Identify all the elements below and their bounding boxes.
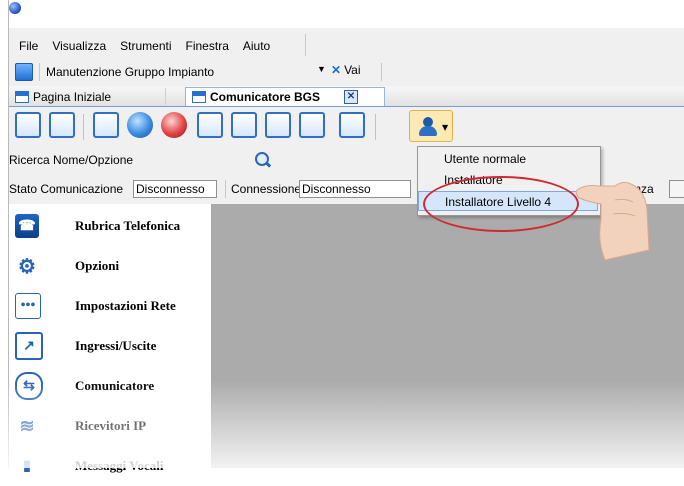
stato-comunicazione-label: Stato Comunicazione [9, 182, 124, 196]
address-bar: Manutenzione Gruppo Impianto ▼ ✕ Vai [9, 60, 684, 84]
pointing-hand-icon [575, 181, 650, 261]
tab-pagina-iniziale[interactable]: Pagina Iniziale [15, 88, 166, 105]
menu-finestra[interactable]: Finestra [179, 39, 236, 53]
download-icon[interactable] [265, 112, 291, 138]
title-bar [9, 0, 684, 28]
gears-icon: ⚙ [18, 255, 36, 278]
user-level-button[interactable]: ▼ [409, 110, 453, 142]
chart-stop-icon[interactable] [299, 112, 325, 138]
go-button[interactable]: ✕ Vai [331, 63, 361, 77]
connessione-field: Disconnesso [299, 180, 411, 198]
window-icon [192, 91, 206, 103]
chevron-down-icon[interactable]: ▼ [317, 64, 326, 74]
sidebar-item-ingressi[interactable]: ↗ Ingressi/Uscite [9, 326, 209, 366]
chevron-down-icon: ▼ [442, 123, 449, 132]
phone-book-icon: ☎ [15, 214, 39, 238]
menu-file[interactable]: File [9, 39, 45, 53]
sidebar-item-label: Impostazioni Rete [75, 298, 176, 313]
menu-divider [305, 34, 306, 56]
menu-aiuto[interactable]: Aiuto [236, 39, 277, 53]
sidebar-item-label: Ingressi/Uscite [75, 338, 157, 353]
menu-visualizza[interactable]: Visualizza [45, 39, 113, 53]
address-divider [39, 63, 40, 81]
wifi-icon: ≋ [19, 415, 35, 436]
menu-strumenti[interactable]: Strumenti [113, 39, 178, 53]
network-dots-icon: ••• [15, 293, 41, 319]
sidebar-item-label: Ricevitori IP [75, 418, 147, 433]
user-icon [417, 117, 439, 137]
address-combo[interactable]: Manutenzione Gruppo Impianto [46, 65, 296, 79]
sidebar-item-ricevitori[interactable]: ≋ Ricevitori IP [9, 406, 209, 446]
globe-connect-icon[interactable] [127, 112, 153, 138]
microphone-icon: ▮ [23, 458, 31, 474]
import-icon[interactable] [339, 112, 365, 138]
highlight-oval [423, 176, 579, 232]
chart-line-icon[interactable] [93, 112, 119, 138]
window-icon [15, 90, 29, 103]
app-orb-icon[interactable] [9, 2, 21, 14]
trailing-field [669, 180, 684, 198]
sidebar-item-rete[interactable]: ••• Impostazioni Rete [9, 286, 209, 326]
toolbar-divider [83, 114, 84, 140]
stato-comunicazione-field: Disconnesso [133, 180, 217, 198]
save-icon[interactable] [15, 112, 41, 138]
search-label: Ricerca Nome/Opzione [9, 153, 134, 167]
address-app-icon [15, 63, 33, 81]
tab-comunicatore-bgs[interactable]: Comunicatore BGS ✕ [185, 87, 385, 106]
globe-disconnect-icon[interactable] [161, 112, 187, 138]
toolbar-divider [375, 114, 376, 140]
address-divider-2 [381, 63, 382, 81]
read-icon[interactable] [231, 112, 257, 138]
close-tab-icon[interactable]: ✕ [344, 90, 358, 104]
menu-bar: File Visualizza Strumenti Finestra Aiuto [9, 34, 306, 56]
tools-icon: ✕ [331, 63, 342, 77]
status-divider [225, 180, 226, 198]
sidebar-item-label: Opzioni [75, 258, 120, 273]
sidebar-item-rubrica[interactable]: ☎ Rubrica Telefonica [9, 206, 209, 246]
tab-strip: Pagina Iniziale Comunicatore BGS ✕ [9, 86, 684, 107]
sidebar-item-label: Rubrica Telefonica [75, 218, 181, 233]
app-window: File Visualizza Strumenti Finestra Aiuto… [8, 0, 684, 474]
check-icon[interactable] [49, 112, 75, 138]
tab-label: Pagina Iniziale [33, 89, 112, 104]
io-arrow-icon: ↗ [15, 332, 43, 360]
sidebar-item-opzioni[interactable]: ⚙ Opzioni [9, 246, 209, 286]
connessione-label: Connessione [231, 182, 302, 196]
sidebar-item-messaggi[interactable]: ▮ Messaggi Vocali [9, 446, 209, 486]
tab-label: Comunicatore BGS [210, 90, 321, 104]
sidebar-item-label: Comunicatore [75, 378, 155, 393]
search-icon[interactable] [253, 151, 272, 169]
write-icon[interactable] [197, 112, 223, 138]
sidebar-item-label: Messaggi Vocali [75, 458, 164, 473]
communicator-arrows-icon: ⇆ [15, 372, 43, 400]
sidebar: ☎ Rubrica Telefonica ⚙ Opzioni ••• Impos… [9, 204, 212, 474]
go-label: Vai [344, 63, 361, 77]
toolbar: ▼ [9, 108, 684, 146]
menu-item-utente-normale[interactable]: Utente normale [418, 149, 598, 169]
sidebar-item-comunicatore[interactable]: ⇆ Comunicatore [9, 366, 209, 406]
